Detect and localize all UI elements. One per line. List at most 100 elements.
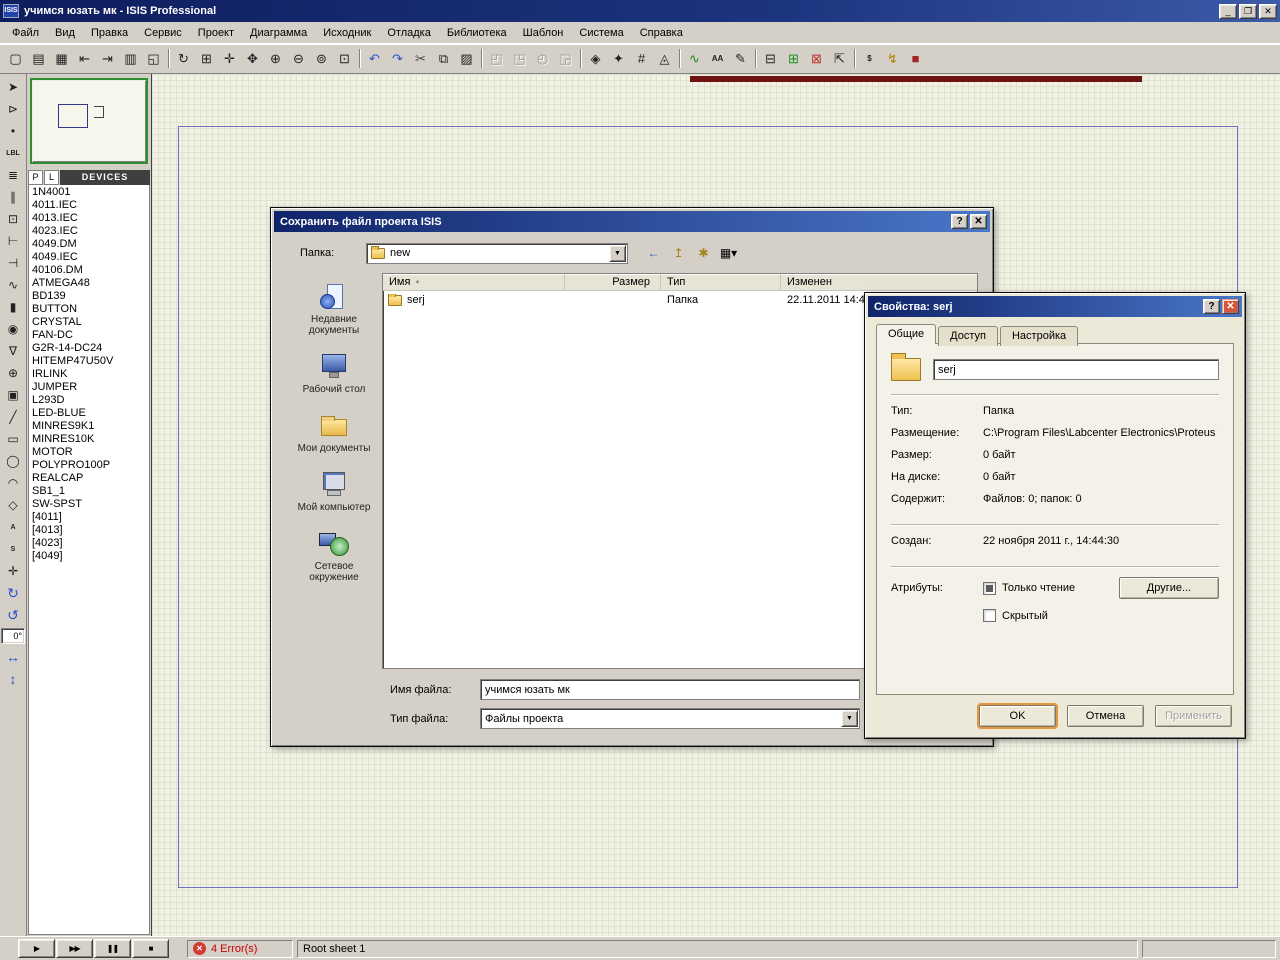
paste-button[interactable]: ▨: [455, 47, 478, 70]
component-mode-button[interactable]: ⊳: [2, 98, 24, 120]
packaging-tool-button[interactable]: #: [630, 47, 653, 70]
device-list-item[interactable]: LED-BLUE: [32, 407, 149, 420]
column-header[interactable]: Тип: [661, 274, 781, 290]
device-list-item[interactable]: 4049.IEC: [32, 251, 149, 264]
device-list-item[interactable]: SB1_1: [32, 485, 149, 498]
search-tags-button[interactable]: АА: [706, 47, 729, 70]
toolbar-separator[interactable]: [165, 47, 172, 70]
device-list-item[interactable]: 40106.DM: [32, 264, 149, 277]
tab[interactable]: Доступ: [938, 326, 998, 346]
device-list-item[interactable]: MOTOR: [32, 446, 149, 459]
virtual-instruments-button[interactable]: ▣: [2, 384, 24, 406]
undo-button[interactable]: ↶: [363, 47, 386, 70]
device-list-item[interactable]: MINRES10K: [32, 433, 149, 446]
play-button[interactable]: ▶: [18, 939, 55, 958]
menu-item[interactable]: Система: [571, 24, 631, 42]
block-delete-button[interactable]: ◲: [554, 47, 577, 70]
device-list-item[interactable]: IRLINK: [32, 368, 149, 381]
zoom-in-button[interactable]: ⊕: [264, 47, 287, 70]
toolbar-separator[interactable]: [356, 47, 363, 70]
device-list-item[interactable]: CRYSTAL: [32, 316, 149, 329]
device-list-item[interactable]: G2R-14-DC24: [32, 342, 149, 355]
open-design-button[interactable]: ▤: [27, 47, 50, 70]
device-list-item[interactable]: [4013]: [32, 524, 149, 537]
menu-item[interactable]: Диаграмма: [242, 24, 315, 42]
bill-of-materials-button[interactable]: $: [858, 47, 881, 70]
false-origin-button[interactable]: ✛: [218, 47, 241, 70]
properties-help-button[interactable]: ?: [1203, 299, 1220, 314]
design-explorer-button[interactable]: ⊟: [759, 47, 782, 70]
chevron-down-icon[interactable]: ▼: [841, 710, 858, 727]
device-list-item[interactable]: 4013.IEC: [32, 212, 149, 225]
place-my-computer[interactable]: Мой компьютер: [289, 469, 379, 513]
terminal-button[interactable]: ⊢: [2, 230, 24, 252]
block-rotate-button[interactable]: ◴: [531, 47, 554, 70]
decompose-button[interactable]: ◬: [653, 47, 676, 70]
stop-button[interactable]: ■: [132, 939, 169, 958]
pan-button[interactable]: ✥: [241, 47, 264, 70]
import-section-button[interactable]: ⇤: [73, 47, 96, 70]
property-assignment-button[interactable]: ✎: [729, 47, 752, 70]
tab[interactable]: Общие: [876, 324, 936, 344]
voltage-probe-button[interactable]: ∇: [2, 340, 24, 362]
device-list-item[interactable]: [4011]: [32, 511, 149, 524]
menu-item[interactable]: Сервис: [136, 24, 190, 42]
2d-arc-button[interactable]: ◠: [2, 472, 24, 494]
zoom-out-button[interactable]: ⊖: [287, 47, 310, 70]
block-copy-button[interactable]: ◰: [485, 47, 508, 70]
text-script-button[interactable]: ≣: [2, 164, 24, 186]
place-my-documents[interactable]: Мои документы: [289, 410, 379, 454]
save-design-button[interactable]: ▦: [50, 47, 73, 70]
device-list-item[interactable]: 4023.IEC: [32, 225, 149, 238]
back-button[interactable]: ←: [642, 242, 665, 264]
menu-item[interactable]: Вид: [47, 24, 83, 42]
menu-item[interactable]: Отладка: [379, 24, 438, 42]
toolbar-separator[interactable]: [676, 47, 683, 70]
2d-box-button[interactable]: ▭: [2, 428, 24, 450]
device-list-item[interactable]: FAN-DC: [32, 329, 149, 342]
menu-item[interactable]: Проект: [190, 24, 242, 42]
device-list-item[interactable]: ATMEGA48: [32, 277, 149, 290]
2d-marker-button[interactable]: ✛: [2, 560, 24, 582]
folder-name-input[interactable]: [933, 359, 1219, 380]
column-header[interactable]: Имя ▲: [383, 274, 565, 290]
selection-mode-button[interactable]: ➤: [2, 76, 24, 98]
block-move-button[interactable]: ◳: [508, 47, 531, 70]
restore-button[interactable]: ❐: [1239, 4, 1257, 19]
device-list-item[interactable]: 4011.IEC: [32, 199, 149, 212]
h-mirror-button[interactable]: ↔: [2, 646, 24, 668]
menu-item[interactable]: Справка: [632, 24, 691, 42]
filetype-combobox[interactable]: Файлы проекта ▼: [480, 708, 860, 729]
menu-item[interactable]: Файл: [4, 24, 47, 42]
toolbar-separator[interactable]: [577, 47, 584, 70]
readonly-checkbox[interactable]: [983, 582, 996, 595]
junction-dot-button[interactable]: •: [2, 120, 24, 142]
up-level-button[interactable]: ↥: [667, 242, 690, 264]
device-list-item[interactable]: REALCAP: [32, 472, 149, 485]
device-pin-button[interactable]: ⊣: [2, 252, 24, 274]
electrical-rules-check-button[interactable]: ↯: [881, 47, 904, 70]
device-list-item[interactable]: JUMPER: [32, 381, 149, 394]
chevron-down-icon[interactable]: ▼: [609, 245, 626, 262]
folder-combobox[interactable]: new ▼: [366, 243, 628, 264]
properties-close-button[interactable]: ✕: [1222, 299, 1239, 314]
2d-circle-button[interactable]: ◯: [2, 450, 24, 472]
error-status-panel[interactable]: ✕ 4 Error(s): [187, 940, 293, 958]
device-list-item[interactable]: 4049.DM: [32, 238, 149, 251]
toolbar-separator[interactable]: [752, 47, 759, 70]
rotate-cw-button[interactable]: ↻: [2, 582, 24, 604]
view-menu-button[interactable]: ▦▾: [717, 242, 740, 264]
remove-sheet-button[interactable]: ⊠: [805, 47, 828, 70]
column-header[interactable]: Размер: [565, 274, 661, 290]
menu-item[interactable]: Правка: [83, 24, 136, 42]
hidden-checkbox[interactable]: [983, 609, 996, 622]
device-list-item[interactable]: BUTTON: [32, 303, 149, 316]
new-sheet-button[interactable]: ⊞: [782, 47, 805, 70]
netlist-to-ares-button[interactable]: ■: [904, 47, 927, 70]
new-folder-button[interactable]: ✱: [692, 242, 715, 264]
2d-path-button[interactable]: ◇: [2, 494, 24, 516]
place-network[interactable]: Сетевое окружение: [289, 528, 379, 583]
redo-button[interactable]: ↷: [386, 47, 409, 70]
bus-mode-button[interactable]: ∥: [2, 186, 24, 208]
close-button[interactable]: ✕: [1259, 4, 1277, 19]
